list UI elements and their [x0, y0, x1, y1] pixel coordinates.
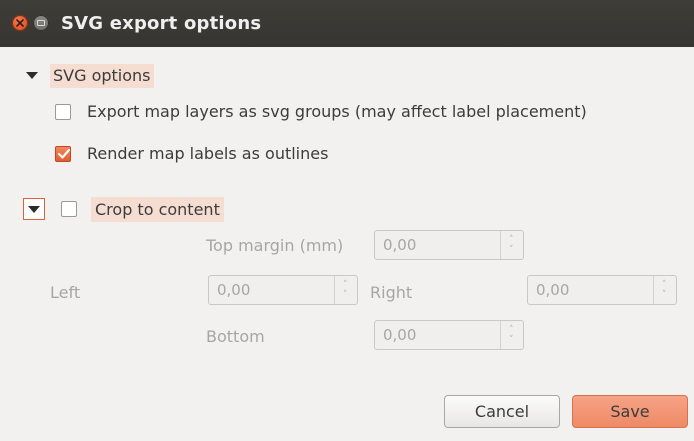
- bottom-margin-stepper[interactable]: ˄ ˅: [500, 321, 523, 349]
- save-button-label: Save: [610, 402, 650, 421]
- left-margin-spinbox[interactable]: 0,00 ˄ ˅: [208, 275, 358, 305]
- chevron-down-icon[interactable]: ˅: [662, 291, 667, 300]
- bottom-margin-label: Bottom: [206, 327, 265, 346]
- bottom-margin-spinbox[interactable]: 0,00 ˄ ˅: [374, 320, 524, 350]
- render-outlines-label[interactable]: Render map labels as outlines: [87, 144, 328, 163]
- export-layers-checkbox[interactable]: [55, 104, 71, 120]
- right-margin-value: 0,00: [536, 281, 570, 299]
- crop-to-content-label[interactable]: Crop to content: [91, 197, 224, 222]
- window-title: SVG export options: [61, 13, 262, 34]
- chevron-up-icon[interactable]: ˄: [662, 281, 667, 290]
- top-margin-stepper[interactable]: ˄ ˅: [500, 231, 523, 259]
- checkmark-icon: [57, 148, 71, 159]
- svg-options-title: SVG options: [50, 63, 154, 88]
- close-icon: [16, 19, 24, 27]
- crop-to-content-checkbox[interactable]: [61, 201, 77, 217]
- chevron-down-icon[interactable]: ˅: [509, 336, 514, 345]
- right-margin-label: Right: [370, 283, 413, 302]
- chevron-down-icon[interactable]: ˅: [509, 246, 514, 255]
- chevron-up-icon[interactable]: ˄: [509, 326, 514, 335]
- render-outlines-checkbox[interactable]: [55, 146, 71, 162]
- svg-export-dialog: SVG export options SVG options Export ma…: [0, 0, 694, 441]
- title-bar: SVG export options: [0, 0, 694, 47]
- close-window-button[interactable]: [12, 15, 28, 31]
- right-margin-spinbox[interactable]: 0,00 ˄ ˅: [527, 275, 677, 305]
- top-margin-label: Top margin (mm): [206, 236, 344, 255]
- cancel-button[interactable]: Cancel: [444, 395, 560, 428]
- chevron-up-icon[interactable]: ˄: [509, 236, 514, 245]
- right-margin-stepper[interactable]: ˄ ˅: [653, 276, 676, 304]
- left-margin-label: Left: [50, 283, 81, 302]
- top-margin-value: 0,00: [383, 236, 417, 254]
- top-margin-spinbox[interactable]: 0,00 ˄ ˅: [374, 230, 524, 260]
- chevron-up-icon[interactable]: ˄: [343, 281, 348, 290]
- bottom-margin-value: 0,00: [383, 326, 417, 344]
- chevron-down-icon[interactable]: ˅: [343, 291, 348, 300]
- left-margin-stepper[interactable]: ˄ ˅: [334, 276, 357, 304]
- export-layers-label[interactable]: Export map layers as svg groups (may aff…: [87, 102, 587, 121]
- minimize-window-button[interactable]: [33, 15, 49, 31]
- collapse-triangle-icon: [28, 206, 40, 213]
- save-button[interactable]: Save: [572, 395, 688, 428]
- crop-collapse-button[interactable]: [23, 198, 45, 220]
- left-margin-value: 0,00: [217, 281, 251, 299]
- svg-options-header[interactable]: SVG options: [26, 63, 154, 88]
- collapse-triangle-icon: [26, 72, 38, 79]
- window-icon: [37, 20, 45, 26]
- cancel-button-label: Cancel: [474, 402, 530, 421]
